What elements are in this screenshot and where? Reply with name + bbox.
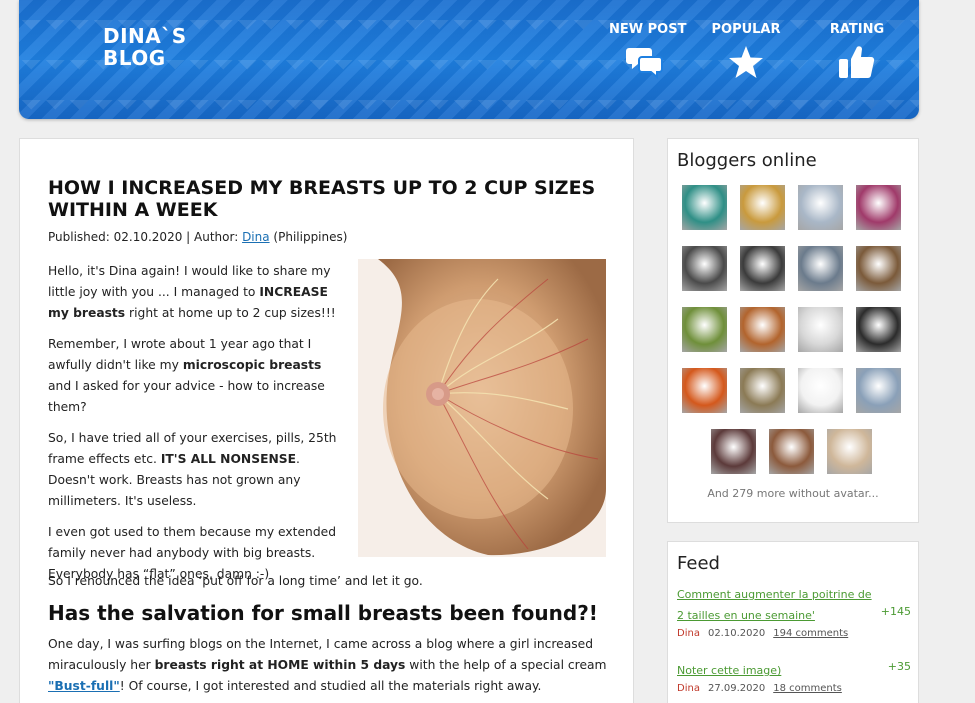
blogger-avatar[interactable]	[682, 307, 727, 352]
paragraph: Hello, it's Dina again! I would like to …	[48, 264, 336, 320]
blog-logo[interactable]: DINA`S BLOG	[103, 25, 187, 69]
nav-rating[interactable]: RATING	[822, 22, 892, 79]
feed-meta: Dina 02.10.2020 194 comments	[677, 628, 911, 639]
feed-item: +35 Noter cette image) Dina 27.09.2020 18 …	[677, 660, 911, 694]
blogger-avatar[interactable]	[856, 246, 901, 291]
paragraph: One day, I was surfing blogs on the Inte…	[48, 637, 607, 693]
article-title: HOW I INCREASED MY BREASTS UP TO 2 CUP S…	[48, 177, 596, 221]
anatomy-image	[358, 259, 606, 557]
paragraph: So, I have tried all of your exercises, …	[48, 431, 337, 508]
feed-link[interactable]: Noter cette image)	[677, 664, 781, 677]
blogger-avatar[interactable]	[682, 368, 727, 413]
blogger-avatar[interactable]	[682, 246, 727, 291]
feed-score: +35	[887, 660, 911, 673]
blogger-avatar[interactable]	[827, 429, 872, 474]
article-intro: Hello, it's Dina again! I would like to …	[48, 261, 340, 595]
feed-author[interactable]: Dina	[677, 683, 700, 694]
feed-author[interactable]: Dina	[677, 628, 700, 639]
blogger-avatar[interactable]	[798, 246, 843, 291]
nav-new-post-label: NEW POST	[609, 22, 687, 37]
paragraph: So I renounced the idea ‘put off for a l…	[48, 574, 423, 588]
logo-line-1: DINA`S	[103, 24, 187, 48]
thumbs-up-icon	[839, 46, 875, 78]
feed-date: 27.09.2020	[707, 683, 766, 694]
feed-item: +145 Comment augmenter la poitrine de 2 …	[677, 584, 911, 639]
bloggers-online-card: Bloggers online And 279 more without ava…	[667, 138, 919, 523]
blogger-avatar[interactable]	[856, 185, 901, 230]
article-meta: Published: 02.10.2020 | Author: Dina (Ph…	[48, 230, 347, 244]
feed-score: +145	[880, 605, 911, 618]
blogger-avatar[interactable]	[740, 185, 785, 230]
meta-published: Published: 02.10.2020 | Author:	[48, 230, 243, 244]
feed-link[interactable]: Comment augmenter la poitrine de 2 taill…	[677, 588, 872, 622]
nav-rating-label: RATING	[829, 22, 885, 37]
blogger-avatar[interactable]	[798, 185, 843, 230]
paragraph: Remember, I wrote about 1 year ago that …	[48, 337, 325, 414]
feed-meta: Dina 27.09.2020 18 comments	[677, 683, 911, 694]
star-icon	[729, 46, 763, 78]
blogger-avatar[interactable]	[856, 307, 901, 352]
section-heading: Has the salvation for small breasts been…	[48, 601, 598, 625]
blogger-avatar[interactable]	[856, 368, 901, 413]
feed-comments-link[interactable]: 194 comments	[773, 628, 848, 639]
blogger-avatar[interactable]	[740, 368, 785, 413]
blogger-avatar[interactable]	[769, 429, 814, 474]
feed-date: 02.10.2020	[707, 628, 766, 639]
blogger-avatar[interactable]	[740, 307, 785, 352]
meta-country: (Philippines)	[269, 230, 348, 244]
blogger-avatar[interactable]	[711, 429, 756, 474]
nav-popular-label: POPULAR	[711, 22, 781, 37]
nav-new-post[interactable]: NEW POST	[609, 22, 687, 79]
blogger-avatar[interactable]	[682, 185, 727, 230]
blogger-avatar[interactable]	[798, 368, 843, 413]
author-link[interactable]: Dina	[242, 230, 270, 244]
blogger-avatar[interactable]	[740, 246, 785, 291]
bust-full-link[interactable]: "Bust-full"	[48, 679, 120, 693]
bloggers-title: Bloggers online	[677, 150, 817, 171]
nav-popular[interactable]: POPULAR	[711, 22, 781, 79]
zigzag-pattern	[19, 100, 919, 114]
feed-comments-link[interactable]: 18 comments	[773, 683, 842, 694]
anatomy-illustration	[358, 259, 606, 557]
header-banner: DINA`S BLOG NEW POST POPULAR RATING	[19, 0, 919, 119]
feed-card: Feed +145 Comment augmenter la poitrine …	[667, 541, 919, 703]
chat-bubbles-icon	[626, 48, 663, 79]
more-bloggers-text: And 279 more without avatar...	[707, 487, 879, 500]
blogger-avatar[interactable]	[798, 307, 843, 352]
logo-line-2: BLOG	[103, 46, 166, 70]
article-card: HOW I INCREASED MY BREASTS UP TO 2 CUP S…	[19, 138, 634, 703]
feed-title: Feed	[677, 553, 720, 574]
